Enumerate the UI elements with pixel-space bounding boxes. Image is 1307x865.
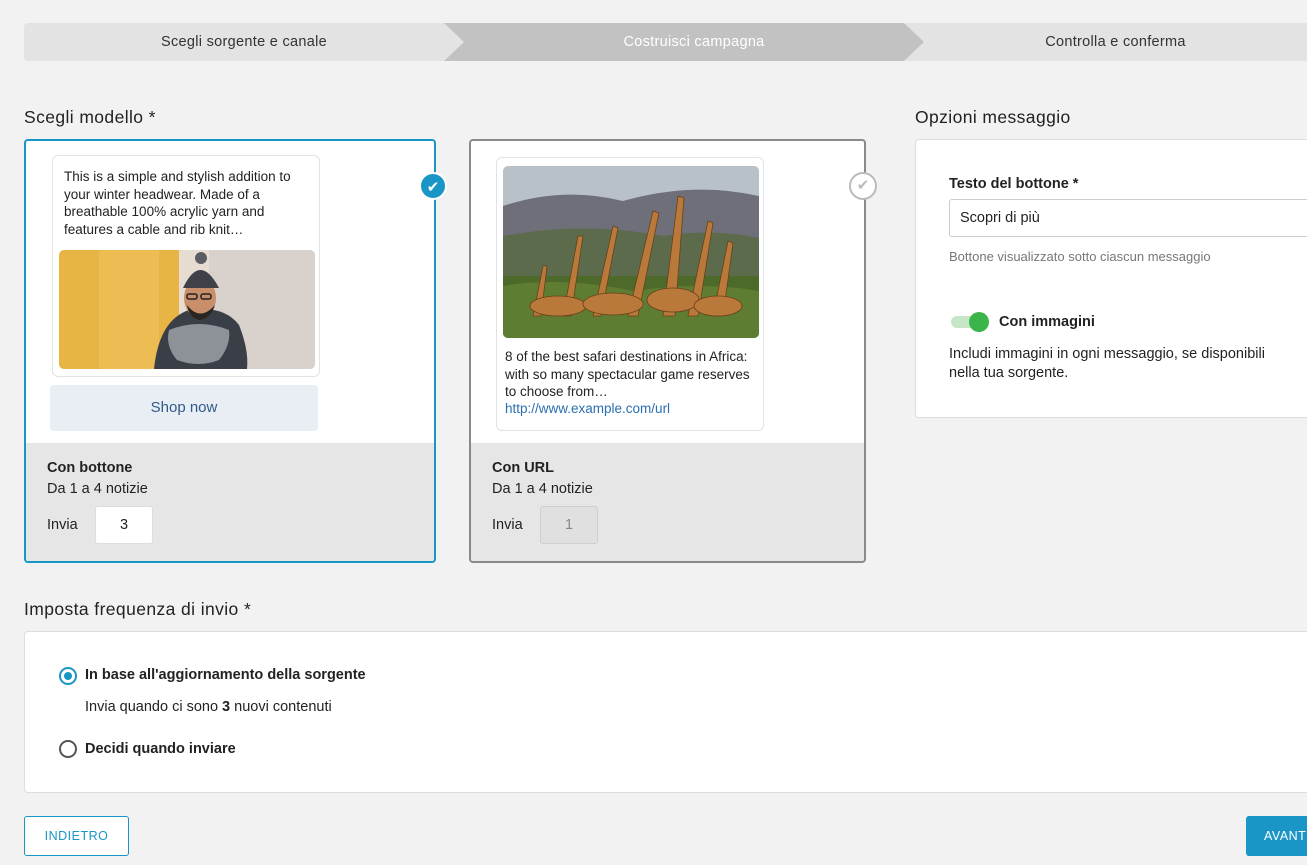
description-prefix: Invia quando ci sono (85, 699, 219, 715)
message-options-panel: Testo del bottone * Scopri di più Botton… (915, 139, 1307, 418)
template-range: Da 1 a 4 notizie (492, 481, 593, 497)
message-preview: This is a simple and stylish addition to… (52, 155, 320, 377)
template-card-url[interactable]: ✔ 8 of the best safari destinations in A… (469, 139, 877, 563)
send-count-input[interactable]: 3 (95, 506, 153, 544)
step-build-campaign[interactable]: Costruisci campagna (444, 23, 924, 61)
description-suffix: nuovi contenuti (234, 699, 332, 715)
frequency-custom-radio[interactable] (59, 740, 77, 758)
step-choose-source[interactable]: Scegli sorgente e canale (24, 23, 464, 61)
step-label: Scegli sorgente e canale (161, 34, 327, 50)
toggle-knob (969, 312, 989, 332)
button-text-help: Bottone visualizzato sotto ciascun messa… (949, 249, 1211, 264)
images-toggle-label: Con immagini (999, 314, 1095, 330)
send-count-input: 1 (540, 506, 598, 544)
frequency-source-description: Invia quando ci sono 3 nuovi contenuti (85, 699, 332, 715)
preview-image (59, 250, 315, 369)
step-label: Costruisci campagna (623, 34, 765, 50)
message-preview: 8 of the best safari destinations in Afr… (496, 157, 764, 431)
template-name: Con bottone (47, 460, 133, 476)
progress-stepper: Scegli sorgente e canale Controlla e con… (24, 23, 1307, 61)
preview-text: This is a simple and stylish addition to… (64, 169, 291, 237)
frequency-section-title: Imposta frequenza di invio * (24, 599, 252, 619)
preview-image (503, 166, 759, 338)
card-footer: Con URL Da 1 a 4 notizie Invia 1 (471, 443, 864, 561)
preview-link: http://www.example.com/url (505, 401, 671, 416)
send-label: Invia (492, 517, 523, 533)
frequency-source-radio[interactable] (59, 667, 77, 685)
step-label: Controlla e conferma (1045, 34, 1186, 50)
template-card-button[interactable]: ✔ This is a simple and stylish addition … (24, 139, 447, 563)
back-button[interactable]: INDIETRO (24, 816, 129, 856)
button-text-input[interactable]: Scopri di più (949, 199, 1307, 237)
button-text-label: Testo del bottone * (949, 176, 1079, 192)
frequency-custom-label[interactable]: Decidi quando inviare (85, 741, 236, 757)
preview-text: 8 of the best safari destinations in Afr… (505, 349, 750, 399)
next-button[interactable]: AVANTI (1246, 816, 1307, 856)
check-icon: ✔ (849, 172, 877, 200)
images-toggle[interactable] (951, 312, 989, 332)
frequency-source-label[interactable]: In base all'aggiornamento della sorgente (85, 667, 366, 683)
template-range: Da 1 a 4 notizie (47, 481, 148, 497)
options-section-title: Opzioni messaggio (915, 107, 1071, 127)
step-review-confirm[interactable]: Controlla e conferma (904, 23, 1307, 61)
template-section-title: Scegli modello * (24, 107, 156, 127)
frequency-panel: In base all'aggiornamento della sorgente… (24, 631, 1307, 793)
preview-cta-button: Shop now (50, 385, 318, 431)
card-footer: Con bottone Da 1 a 4 notizie Invia 3 (26, 443, 434, 561)
images-description: Includi immagini in ogni messaggio, se d… (949, 346, 1265, 381)
template-name: Con URL (492, 460, 555, 476)
send-label: Invia (47, 517, 78, 533)
description-count: 3 (222, 699, 231, 715)
check-icon: ✔ (419, 172, 447, 200)
